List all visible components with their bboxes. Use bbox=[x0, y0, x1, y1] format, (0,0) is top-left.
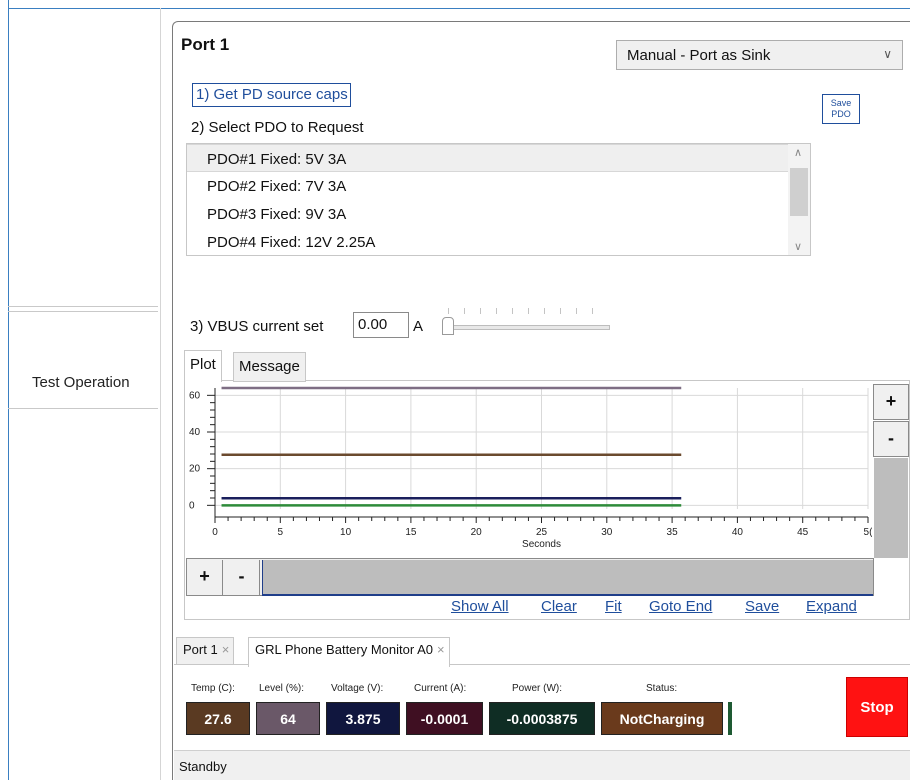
save-link[interactable]: Save bbox=[745, 598, 779, 615]
y-tick-label: 60 bbox=[189, 390, 201, 401]
current-value: -0.0001 bbox=[406, 702, 483, 735]
clear-link[interactable]: Clear bbox=[541, 598, 577, 615]
pdo-list-item[interactable]: PDO#3 Fixed: 9V 3A bbox=[187, 200, 810, 228]
tab-message[interactable]: Message bbox=[233, 352, 306, 382]
vbus-current-unit: A bbox=[413, 318, 424, 335]
x-tick-label: 25 bbox=[536, 527, 548, 538]
pdo-list-item[interactable]: PDO#4 Fixed: 12V 2.25A bbox=[187, 228, 810, 255]
save-pdo-button[interactable]: Save PDO bbox=[822, 94, 860, 124]
scroll-up-icon[interactable]: ∧ bbox=[794, 146, 802, 159]
x-zoom-in-button[interactable]: + bbox=[187, 560, 223, 595]
x-tick-label: 15 bbox=[405, 527, 417, 538]
x-zoom-out-button[interactable]: - bbox=[224, 560, 260, 595]
sidebar-divider bbox=[8, 408, 158, 409]
level-label: Level (%): bbox=[259, 683, 305, 694]
vbus-current-slider[interactable] bbox=[446, 325, 610, 330]
y-tick-label: 0 bbox=[189, 500, 195, 511]
temp-label: Temp (C): bbox=[191, 683, 235, 694]
status-label: Status: bbox=[646, 683, 678, 694]
vbus-current-label: 3) VBUS current set bbox=[190, 318, 324, 335]
tab-grl-phone-battery-monitor[interactable]: GRL Phone Battery Monitor A0 × bbox=[248, 637, 450, 667]
x-tick-label: 5( bbox=[864, 527, 872, 538]
pdo-list-scrollbar[interactable]: ∧ ∨ bbox=[788, 144, 810, 255]
expand-link[interactable]: Expand bbox=[806, 598, 857, 615]
power-value: -0.0003875 bbox=[489, 702, 595, 735]
tab-plot[interactable]: Plot bbox=[184, 350, 222, 382]
show-all-link[interactable]: Show All bbox=[451, 598, 509, 615]
temp-value: 27.6 bbox=[186, 702, 250, 735]
voltage-value: 3.875 bbox=[326, 702, 400, 735]
vbus-current-input[interactable]: 0.00 bbox=[353, 312, 409, 338]
x-scrollbar-thumb[interactable] bbox=[262, 560, 873, 595]
x-tick-label: 10 bbox=[340, 527, 352, 538]
y-zoom-in-button[interactable]: + bbox=[873, 384, 909, 420]
x-scrollbar-underline bbox=[262, 594, 873, 596]
battery-monitor-chart: 0 5 10 15 20 25 30 35 40 45 5( 0 20 40 60 Seconds bbox=[189, 386, 872, 550]
slider-ticks bbox=[448, 308, 608, 314]
status-bar: Standby bbox=[174, 750, 910, 780]
sidebar-separator bbox=[160, 8, 161, 780]
y-tick-label: 40 bbox=[189, 427, 201, 438]
vbus-current-slider-handle[interactable] bbox=[442, 317, 454, 335]
window-left-border bbox=[8, 0, 9, 780]
save-pdo-label-line1: Save bbox=[830, 98, 852, 108]
fit-link[interactable]: Fit bbox=[605, 598, 622, 615]
status-indicator-edge bbox=[728, 702, 732, 735]
stop-button[interactable]: Stop bbox=[846, 677, 908, 737]
sidebar-item-test-operation[interactable]: Test Operation bbox=[32, 374, 130, 391]
tab-port-1[interactable]: Port 1 × bbox=[176, 637, 235, 665]
goto-end-link[interactable]: Goto End bbox=[649, 598, 712, 615]
status-value: NotCharging bbox=[601, 702, 723, 735]
x-tick-label: 40 bbox=[732, 527, 744, 538]
x-tick-label: 45 bbox=[797, 527, 809, 538]
y-scrollbar-thumb[interactable] bbox=[874, 458, 908, 558]
level-value: 64 bbox=[256, 702, 320, 735]
scroll-down-icon[interactable]: ∨ bbox=[794, 240, 802, 253]
scrollbar-thumb[interactable] bbox=[790, 168, 808, 216]
sidebar-divider bbox=[8, 311, 158, 312]
x-axis-title: Seconds bbox=[522, 539, 561, 550]
x-tick-label: 0 bbox=[212, 527, 218, 538]
power-label: Power (W): bbox=[512, 683, 562, 694]
pdo-list-item[interactable]: PDO#1 Fixed: 5V 3A bbox=[187, 144, 810, 172]
y-tick-label: 20 bbox=[189, 464, 201, 475]
select-pdo-label: 2) Select PDO to Request bbox=[191, 119, 364, 136]
port-mode-select[interactable]: Manual - Port as Sink ∨ bbox=[616, 40, 903, 70]
y-zoom-out-button[interactable]: - bbox=[873, 421, 909, 457]
x-tick-label: 30 bbox=[601, 527, 613, 538]
port-mode-value: Manual - Port as Sink bbox=[627, 47, 771, 64]
chevron-down-icon: ∨ bbox=[883, 47, 892, 61]
window-top-border bbox=[8, 8, 910, 9]
save-pdo-label-line2: PDO bbox=[831, 109, 851, 119]
x-tick-label: 20 bbox=[471, 527, 483, 538]
x-tick-label: 5 bbox=[278, 527, 284, 538]
tab-label: Port 1 bbox=[183, 642, 218, 657]
x-tick-label: 35 bbox=[667, 527, 679, 538]
port-title: Port 1 bbox=[181, 35, 230, 54]
current-label: Current (A): bbox=[414, 683, 467, 694]
pdo-list[interactable]: PDO#1 Fixed: 5V 3A PDO#2 Fixed: 7V 3A PD… bbox=[186, 143, 811, 256]
pdo-list-item[interactable]: PDO#2 Fixed: 7V 3A bbox=[187, 172, 810, 200]
voltage-label: Voltage (V): bbox=[331, 683, 384, 694]
sidebar-divider bbox=[8, 306, 158, 307]
tab-label: GRL Phone Battery Monitor A0 bbox=[255, 642, 434, 657]
close-icon[interactable]: × bbox=[437, 642, 445, 657]
close-icon[interactable]: × bbox=[222, 642, 230, 657]
get-pd-source-caps-button[interactable]: 1) Get PD source caps bbox=[192, 83, 351, 107]
